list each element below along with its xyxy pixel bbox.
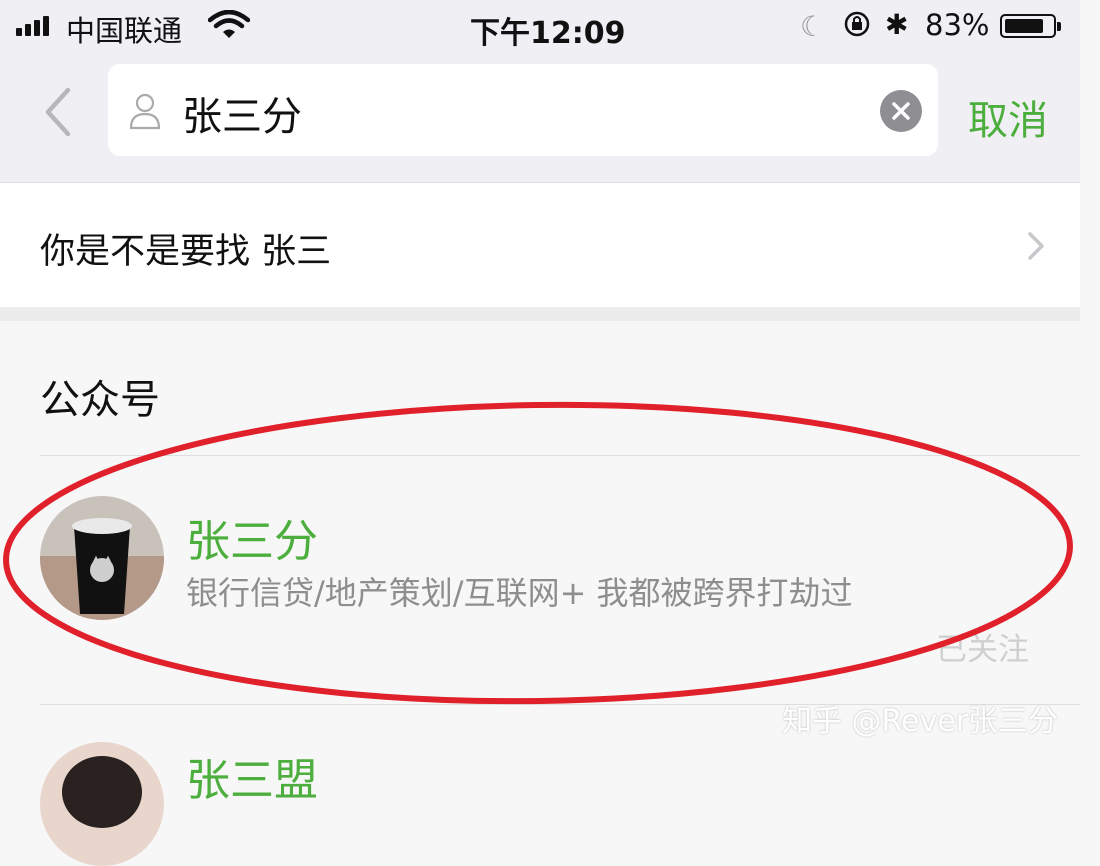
divider — [40, 455, 1080, 456]
bluetooth-icon: ✱ — [885, 8, 909, 41]
account-name: 张三分 — [186, 516, 318, 567]
chevron-right-icon — [1028, 232, 1044, 260]
cancel-button[interactable]: 取消 — [968, 88, 1048, 146]
moon-icon: ☾ — [800, 10, 826, 43]
avatar — [40, 496, 164, 620]
search-query[interactable]: 张三分 — [182, 84, 302, 142]
clear-icon[interactable] — [880, 90, 922, 132]
account-description: 银行信贷/地产策划/互联网+ 我都被跨界打劫过 — [186, 574, 853, 612]
battery-percent: 83% — [925, 8, 990, 42]
signal-icon — [16, 14, 49, 36]
search-header: 张三分 取消 — [0, 56, 1080, 183]
search-input[interactable]: 张三分 — [108, 64, 938, 156]
section-title: 公众号 — [40, 377, 160, 423]
battery-icon — [1000, 14, 1061, 38]
avatar — [40, 742, 164, 866]
wifi-icon — [208, 10, 250, 38]
suggestion-text: 你是不是要找 张三 — [40, 232, 332, 272]
battery-fill — [1005, 19, 1043, 33]
section-separator — [0, 307, 1080, 321]
contact-icon — [129, 93, 161, 130]
watermark: 知乎 @Rever张三分 — [782, 704, 1059, 739]
carrier-label: 中国联通 — [66, 14, 183, 48]
orientation-lock-icon — [844, 11, 870, 37]
account-name: 张三盟 — [186, 755, 318, 806]
suggestion-row[interactable]: 你是不是要找 张三 — [0, 183, 1080, 307]
clock: 下午12:09 — [470, 16, 626, 51]
followed-status: 已关注 — [936, 632, 1029, 668]
status-bar: 中国联通 下午12:09 ☾ ✱ 83% — [0, 0, 1080, 56]
back-chevron-icon[interactable] — [38, 84, 78, 140]
